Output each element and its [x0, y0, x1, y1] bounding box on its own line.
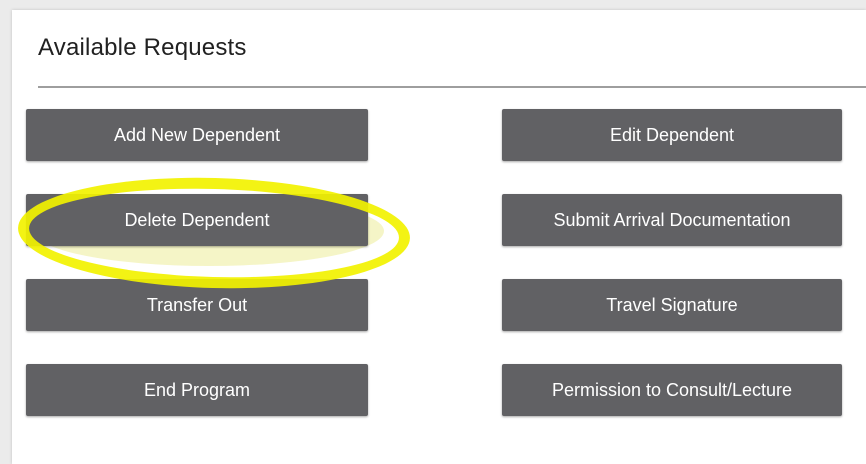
transfer-out-button[interactable]: Transfer Out [26, 279, 368, 331]
edit-dependent-button[interactable]: Edit Dependent [502, 109, 842, 161]
title-divider [38, 86, 866, 88]
panel-title: Available Requests [38, 34, 247, 61]
end-program-button[interactable]: End Program [26, 364, 368, 416]
delete-dependent-button[interactable]: Delete Dependent [26, 194, 368, 246]
travel-signature-button[interactable]: Travel Signature [502, 279, 842, 331]
submit-arrival-documentation-button[interactable]: Submit Arrival Documentation [502, 194, 842, 246]
add-new-dependent-button[interactable]: Add New Dependent [26, 109, 368, 161]
permission-to-consult-lecture-button[interactable]: Permission to Consult/Lecture [502, 364, 842, 416]
